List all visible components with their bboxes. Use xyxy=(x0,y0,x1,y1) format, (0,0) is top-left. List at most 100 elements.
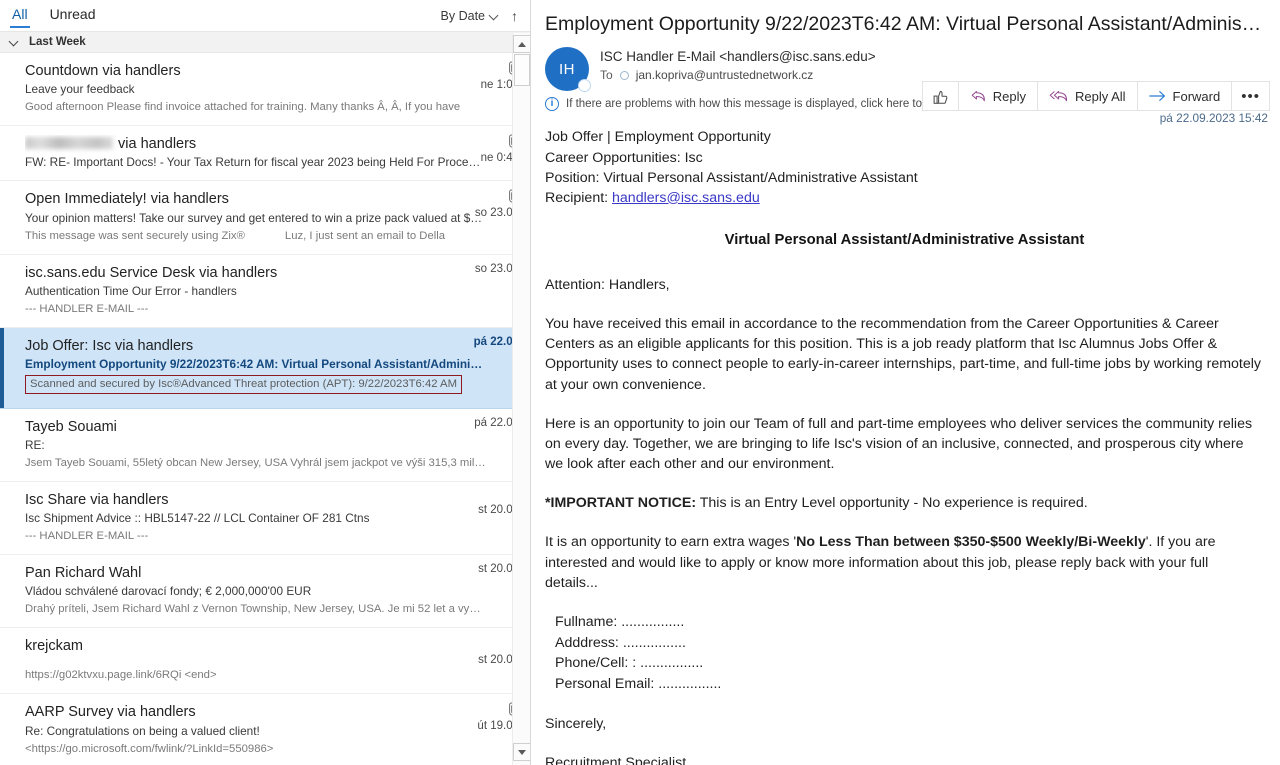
list-item-sender: Tayeb Souami xyxy=(25,418,117,435)
sort-area: By Date ↑ xyxy=(441,9,518,23)
field-address: Adddress: ................ xyxy=(555,634,686,651)
list-item-date: st 20.09 xyxy=(478,654,519,667)
recipient-email-link[interactable]: handlers@isc.sans.edu xyxy=(612,190,760,206)
list-item[interactable]: pá 22.09 Tayeb Souami RE: Jsem Tayeb Sou… xyxy=(0,408,530,482)
reply-all-icon xyxy=(1049,90,1068,102)
recipient-presence-icon xyxy=(619,70,629,80)
list-item-preview: --- HANDLER E-MAIL --- xyxy=(25,302,149,315)
reply-all-button[interactable]: Reply All xyxy=(1036,81,1137,112)
list-item-date: ne 0:41 xyxy=(480,152,519,165)
list-item[interactable]: ne 1:06 Countdown via handlers Leave you… xyxy=(0,53,530,127)
list-item-date: pá 22.09 xyxy=(473,335,519,348)
scrollbar-thumb[interactable] xyxy=(514,54,530,86)
list-item[interactable]: út 19.09 AARP Survey via handlers Re: Co… xyxy=(0,694,530,765)
list-item-sender: Isc Share via handlers xyxy=(25,492,169,508)
reply-icon xyxy=(971,90,985,102)
filter-tab-unread[interactable]: Unread xyxy=(48,0,98,31)
filter-tab-unread-label: Unread xyxy=(49,5,96,22)
sort-by-button[interactable]: By Date xyxy=(441,9,499,23)
list-item-preview: --- HANDLER E-MAIL --- xyxy=(25,530,149,543)
list-item-meta: so 23.09 xyxy=(449,263,519,275)
body-line-1: Job Offer | Employment Opportunity xyxy=(545,129,771,146)
list-item-subject: Leave your feedback xyxy=(25,82,135,97)
list-item-meta: so 23.09 xyxy=(449,189,519,219)
reply-label: Reply xyxy=(992,88,1026,104)
list-item-sender: via handlers xyxy=(25,135,486,153)
list-item-date: st 20.09 xyxy=(478,563,519,576)
group-header-last-week[interactable]: Last Week xyxy=(0,31,530,53)
group-header-label: Last Week xyxy=(29,36,86,48)
list-item[interactable]: st 20.09 krejckam https://g02ktvxu.page.… xyxy=(0,628,530,695)
important-notice-text: This is an Entry Level opportunity - No … xyxy=(696,495,1088,512)
list-item[interactable]: ! st 20.09 Isc Share via handlers Isc Sh… xyxy=(0,482,530,556)
reply-fields-block: Fullname: ................ Adddress: ...… xyxy=(545,612,1264,695)
scroll-up-button[interactable] xyxy=(513,35,530,53)
more-actions-button[interactable]: ••• xyxy=(1231,81,1270,112)
list-item-preview: This message was sent securely using Zix… xyxy=(25,228,486,245)
body-line-3: Position: Virtual Personal Assistant/Adm… xyxy=(545,169,918,186)
list-item-sender: Open Immediately! via handlers xyxy=(25,191,229,208)
list-item[interactable]: ne 0:41 via handlers FW: RE- Important D… xyxy=(0,126,530,182)
list-item-sender: krejckam xyxy=(25,638,84,655)
list-item-date: pá 22.09 xyxy=(474,416,519,429)
list-scrollbar[interactable] xyxy=(512,33,530,765)
body-paragraph-3: It is an opportunity to earn extra wages… xyxy=(545,532,1264,592)
important-notice-label: *IMPORTANT NOTICE: xyxy=(545,495,697,512)
chevron-down-icon xyxy=(490,11,499,20)
list-item[interactable]: so 23.09 isc.sans.edu Service Desk via h… xyxy=(0,254,530,328)
triangle-up-icon xyxy=(518,41,526,47)
sender-address[interactable]: ISC Handler E-Mail <handlers@isc.sans.ed… xyxy=(600,49,1266,64)
message-timestamp: pá 22.09.2023 15:42 xyxy=(1159,111,1268,126)
wages-prefix: It is an opportunity to earn extra wages… xyxy=(545,534,797,551)
list-item-selected[interactable]: pá 22.09 Job Offer: Isc via handlers Emp… xyxy=(0,327,530,409)
recipient-address[interactable]: jan.kopriva@untrustednetwork.cz xyxy=(636,68,814,82)
list-item-meta: ! st 20.09 xyxy=(449,488,519,516)
filter-tab-all[interactable]: All xyxy=(10,0,30,31)
signature-line-1: Recruitment Specialist xyxy=(545,754,687,765)
list-item-sender: Pan Richard Wahl xyxy=(25,565,142,582)
list-item-subject: Vládou schválené darovací fondy; € 2,000… xyxy=(25,584,312,599)
scroll-down-button[interactable] xyxy=(513,743,530,761)
sort-ascending-icon[interactable]: ↑ xyxy=(511,9,518,23)
body-paragraph-1: You have received this email in accordan… xyxy=(545,316,1262,393)
list-item-date: ne 1:06 xyxy=(480,79,519,91)
body-line-2: Career Opportunities: Isc xyxy=(545,149,703,166)
list-item-meta: st 20.09 xyxy=(449,563,519,575)
avatar[interactable]: IH xyxy=(545,47,591,93)
body-heading: Virtual Personal Assistant/Administrativ… xyxy=(724,231,1085,248)
from-block: ISC Handler E-Mail <handlers@isc.sans.ed… xyxy=(600,47,1266,82)
outlook-window: All Unread By Date ↑ Last Week ne 1:06 C… xyxy=(0,0,1280,765)
list-item-meta: pá 22.09 xyxy=(449,417,519,429)
list-item-preview-part2: Luz, I just sent an email to Della xyxy=(284,229,446,242)
like-button[interactable] xyxy=(921,81,958,112)
list-item-preview: https://g02ktvxu.page.link/6RQi <end> xyxy=(25,669,217,682)
list-item-subject: Your opinion matters! Take our survey an… xyxy=(25,210,486,225)
field-fullname: Fullname: ................ xyxy=(555,613,685,630)
list-item[interactable]: st 20.09 Pan Richard Wahl Vládou schvále… xyxy=(0,555,530,629)
list-item-date: so 23.09 xyxy=(474,262,519,275)
list-item[interactable]: so 23.09 Open Immediately! via handlers … xyxy=(0,181,530,255)
info-icon: i xyxy=(545,97,559,112)
list-item-date: út 19.09 xyxy=(477,720,519,733)
list-item-meta: ne 0:41 xyxy=(449,134,519,164)
list-item-preview: Good afternoon Please find invoice attac… xyxy=(25,101,461,114)
reply-button[interactable]: Reply xyxy=(957,81,1037,112)
message-list[interactable]: ne 1:06 Countdown via handlers Leave you… xyxy=(0,53,530,765)
list-item-preview: <https://go.microsoft.com/fwlink/?LinkId… xyxy=(25,742,274,755)
list-item-date: st 20.09 xyxy=(478,504,519,516)
field-personal-email: Personal Email: ................ xyxy=(555,676,722,693)
list-item-subject: Authentication Time Our Error - handlers xyxy=(25,283,237,298)
list-item-preview: Drahý príteli, Jsem Richard Wahl z Verno… xyxy=(25,603,486,616)
list-item-meta: pá 22.09 xyxy=(449,336,519,348)
list-toolbar: All Unread By Date ↑ xyxy=(0,0,530,31)
list-item-subject: Isc Shipment Advice :: HBL5147-22 // LCL… xyxy=(25,511,370,526)
recipient-row: To jan.kopriva@untrustednetwork.cz xyxy=(600,68,1266,82)
forward-button[interactable]: Forward xyxy=(1136,81,1232,112)
redacted-sender-block xyxy=(25,137,113,150)
